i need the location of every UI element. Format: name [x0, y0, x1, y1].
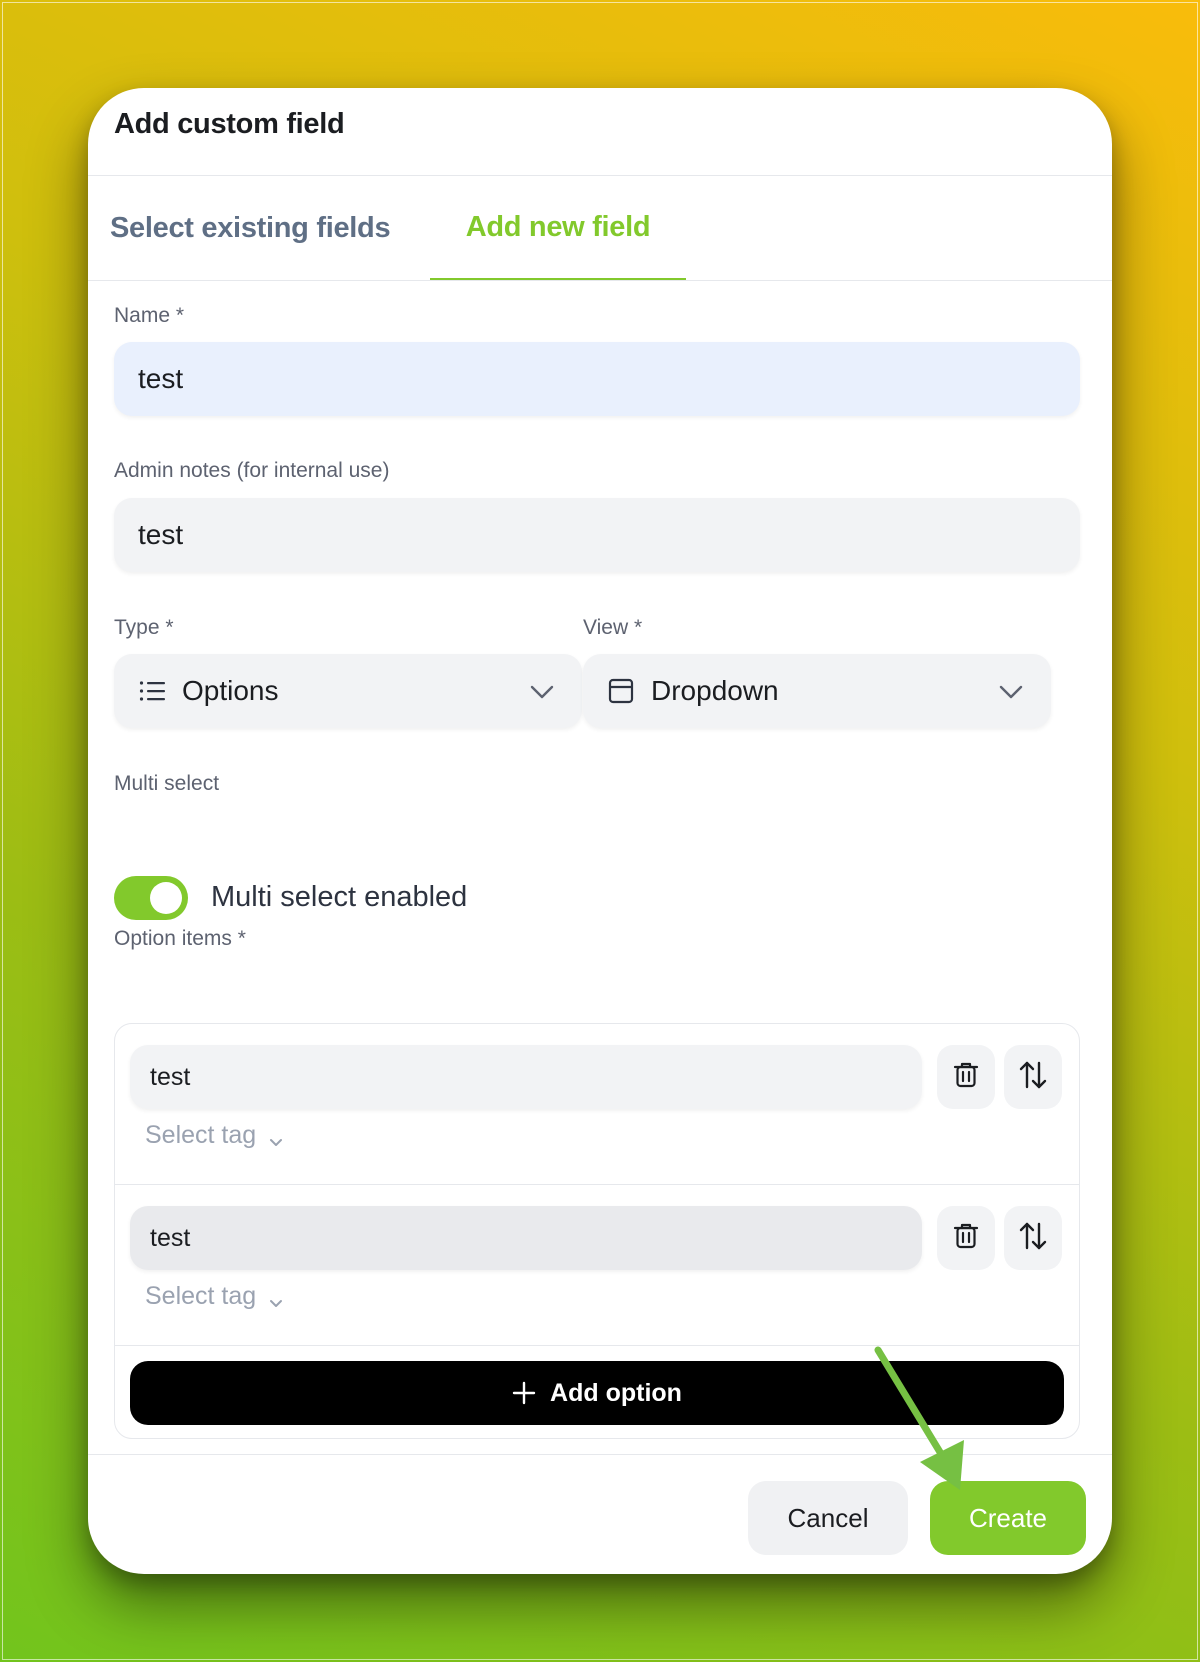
list-icon — [138, 677, 166, 705]
name-label: Name * — [114, 304, 185, 327]
multi-select-label: Multi select — [114, 772, 220, 795]
modal-title: Add custom field — [114, 108, 345, 140]
tab-select-existing-fields[interactable]: Select existing fields — [110, 176, 391, 280]
option-value-input[interactable]: test — [130, 1206, 922, 1270]
sort-arrows-icon — [1019, 1221, 1047, 1256]
option-items-label: Option items * — [114, 927, 246, 950]
chevron-down-icon — [268, 1289, 284, 1307]
tab-bar: Select existing fields Add new field — [88, 176, 1112, 281]
type-label: Type * — [114, 616, 174, 639]
option-value-input[interactable]: test — [130, 1045, 922, 1109]
trash-icon — [953, 1222, 979, 1255]
toggle-knob — [150, 882, 182, 914]
name-input[interactable]: test — [114, 342, 1080, 416]
view-select[interactable]: Dropdown — [583, 654, 1051, 728]
trash-icon — [953, 1061, 979, 1094]
add-option-label: Add option — [550, 1378, 682, 1407]
multi-select-toggle-label: Multi select enabled — [211, 881, 468, 913]
option-item: test Select tag — [115, 1024, 1079, 1185]
select-tag-placeholder: Select tag — [145, 1282, 257, 1310]
delete-option-button[interactable] — [937, 1206, 995, 1270]
select-tag-placeholder: Select tag — [145, 1121, 257, 1149]
sort-arrows-icon — [1019, 1060, 1047, 1095]
option-item: test Select tag — [115, 1185, 1079, 1346]
select-tag-dropdown[interactable]: Select tag — [145, 1121, 284, 1150]
view-select-value: Dropdown — [651, 675, 779, 706]
admin-notes-label: Admin notes (for internal use) — [114, 459, 390, 482]
multi-select-toggle[interactable] — [114, 876, 188, 920]
modal-header: Add custom field — [88, 88, 1112, 176]
plus-icon — [512, 1381, 536, 1405]
tab-add-new-field[interactable]: Add new field — [430, 176, 686, 280]
select-tag-dropdown[interactable]: Select tag — [145, 1282, 284, 1311]
delete-option-button[interactable] — [937, 1045, 995, 1109]
view-label: View * — [583, 616, 643, 639]
type-select-value: Options — [182, 675, 279, 706]
chevron-down-icon — [268, 1128, 284, 1146]
reorder-option-button[interactable] — [1004, 1045, 1062, 1109]
chevron-down-icon — [528, 678, 556, 706]
chevron-down-icon — [997, 678, 1025, 706]
annotation-arrow-icon — [874, 1346, 964, 1490]
reorder-option-button[interactable] — [1004, 1206, 1062, 1270]
admin-notes-input[interactable]: test — [114, 498, 1080, 572]
window-icon — [607, 677, 635, 705]
type-select[interactable]: Options — [114, 654, 582, 728]
